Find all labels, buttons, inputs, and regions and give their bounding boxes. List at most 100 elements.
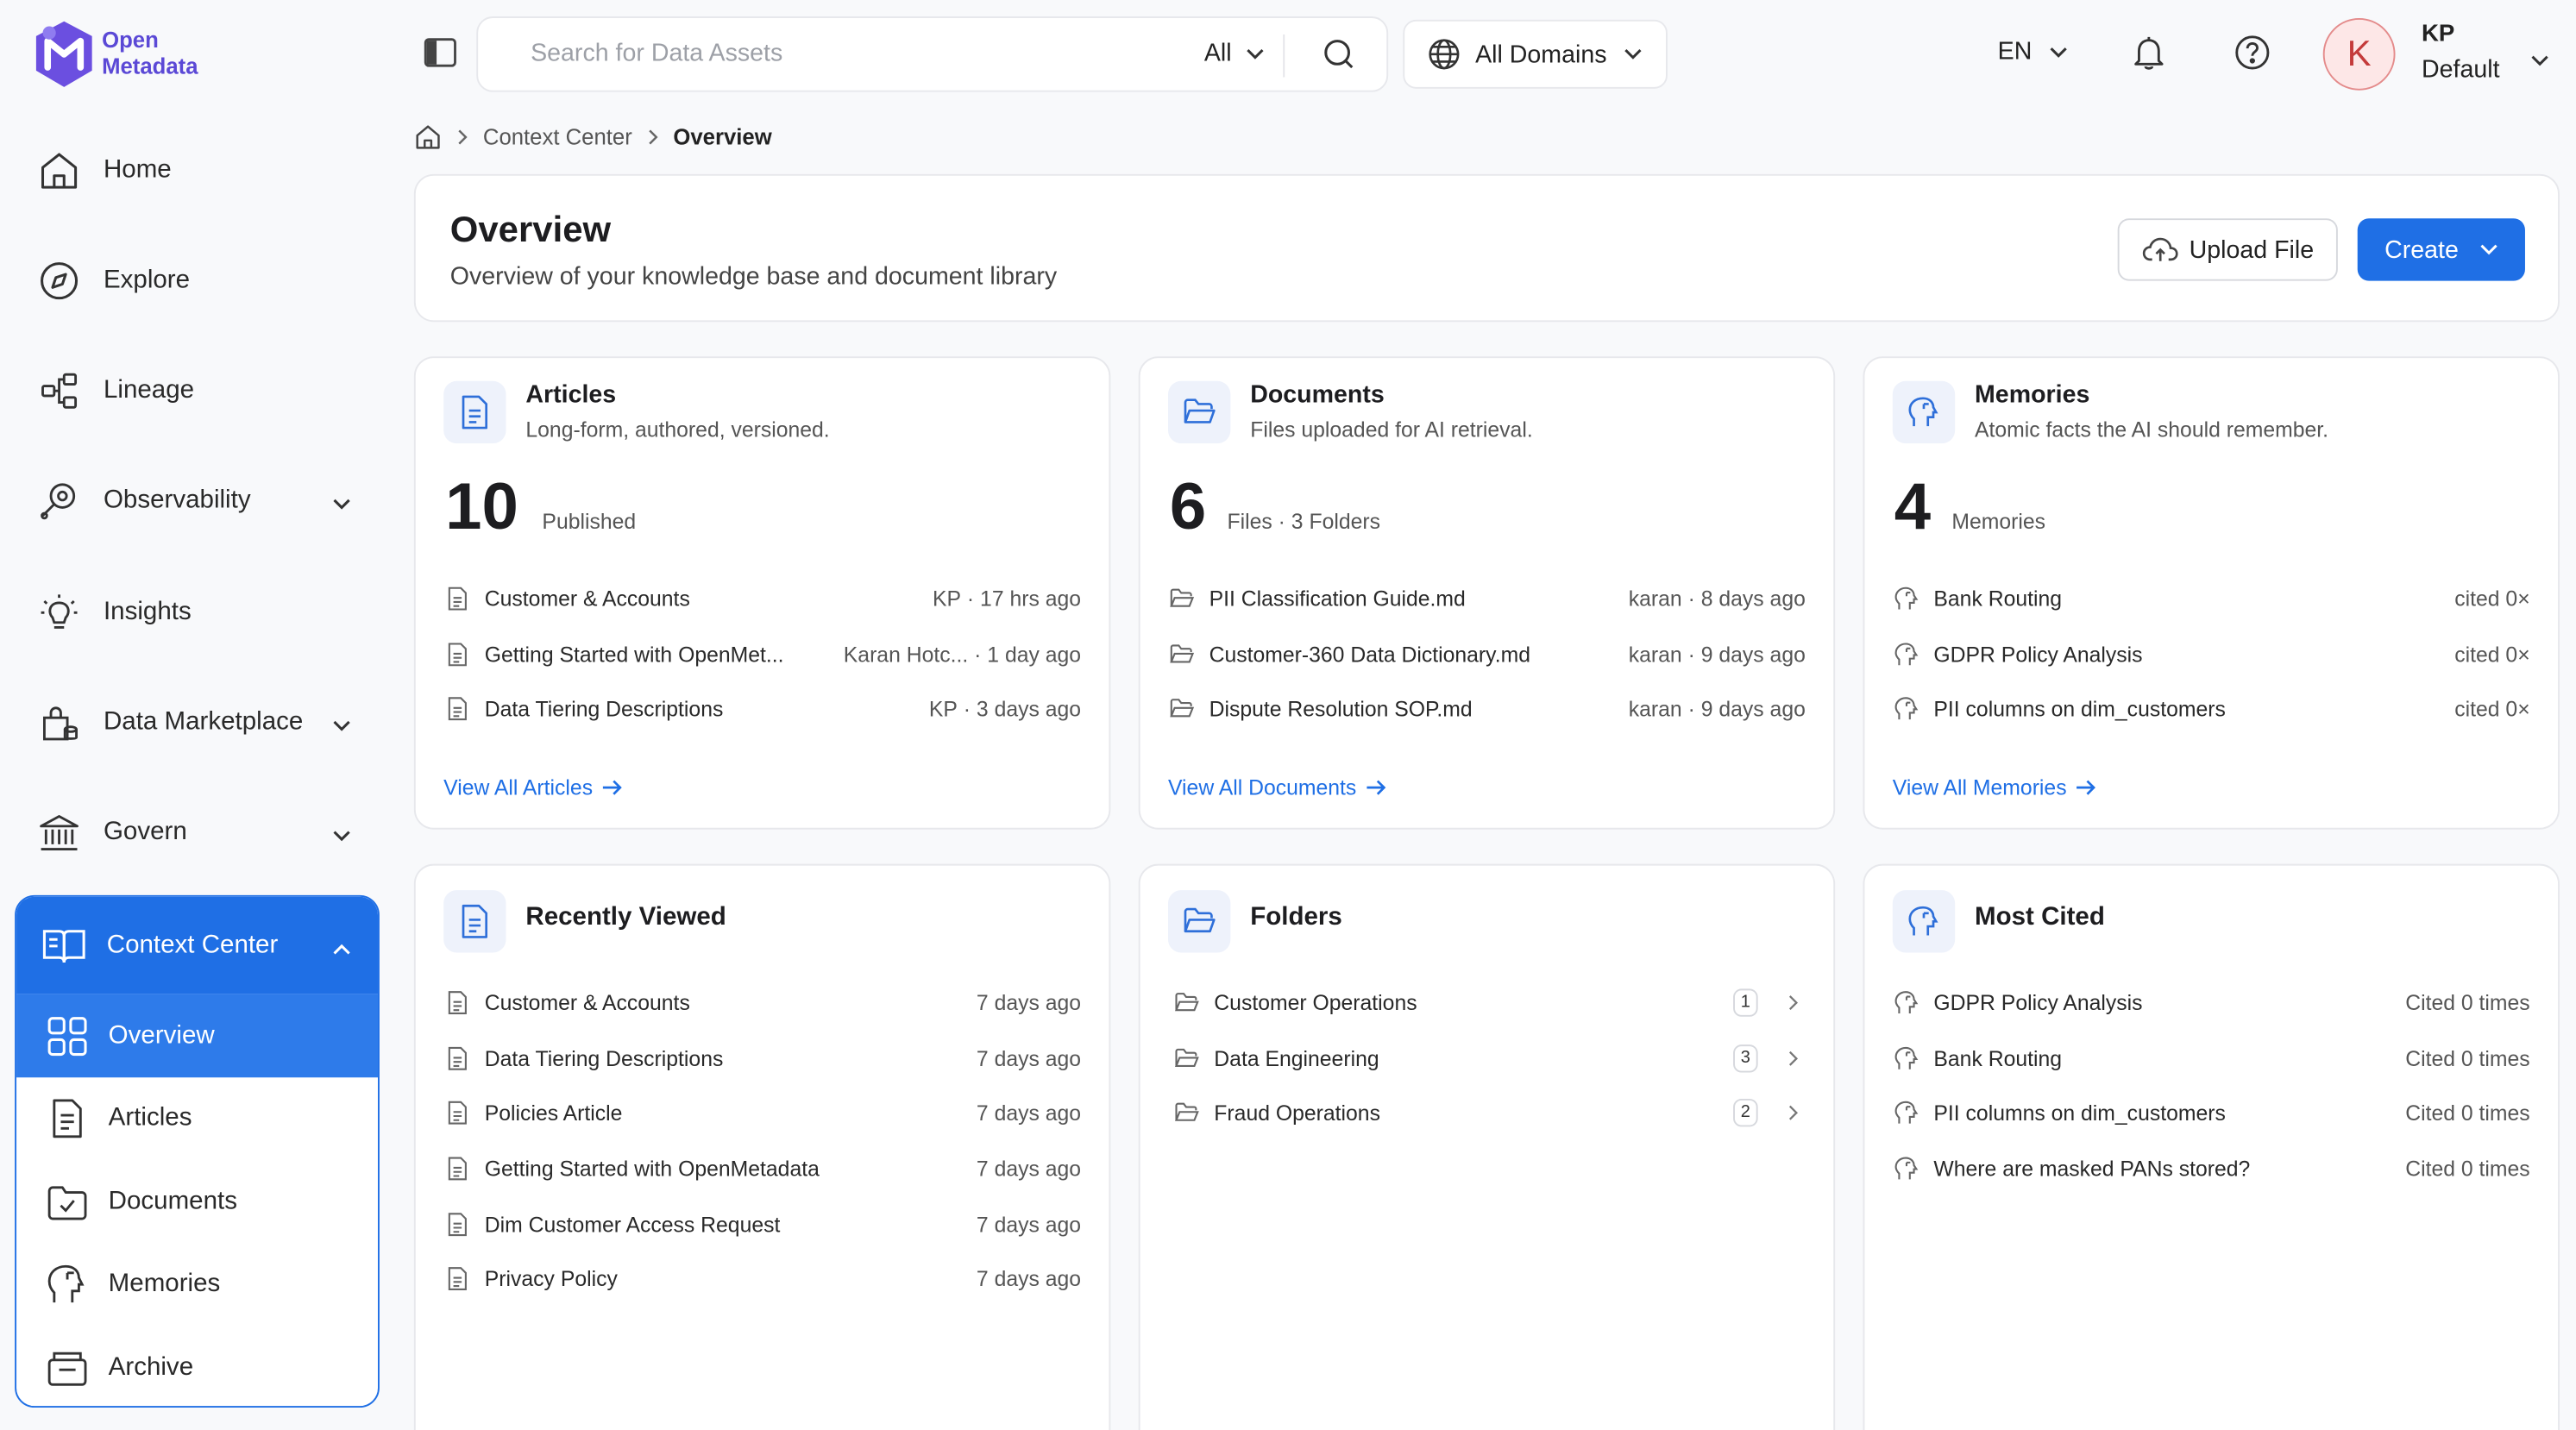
folder-row[interactable]: Data Engineering 3 bbox=[1173, 1039, 1806, 1076]
nav-label-observability: Observability bbox=[103, 486, 251, 515]
view-all-memories-link[interactable]: View All Memories bbox=[1893, 775, 2096, 800]
list-item[interactable]: Policies Article 7 days ago bbox=[443, 1094, 1081, 1130]
language-selector[interactable]: EN bbox=[1998, 38, 2069, 66]
search-input[interactable] bbox=[531, 39, 1172, 68]
list-item[interactable]: Bank Routing Cited 0 times bbox=[1893, 1039, 2530, 1076]
home-icon[interactable] bbox=[414, 123, 442, 151]
card-subtitle: Atomic facts the AI should remember. bbox=[1975, 417, 2329, 442]
item-name: PII columns on dim_customers bbox=[1933, 695, 2226, 721]
logo[interactable]: Open Metadata bbox=[33, 20, 198, 89]
nav-item-home[interactable]: Home bbox=[36, 143, 365, 199]
memory-icon bbox=[1893, 586, 1919, 611]
nav-item-data-marketplace[interactable]: Data Marketplace bbox=[36, 695, 365, 751]
search-icon[interactable] bbox=[1323, 38, 1355, 79]
chevron-right-icon bbox=[647, 129, 658, 147]
view-all-label: View All Memories bbox=[1892, 775, 2067, 800]
sidebar-item-documents[interactable]: Documents bbox=[16, 1160, 378, 1243]
view-all-documents-link[interactable]: View All Documents bbox=[1168, 775, 1386, 800]
nav-item-govern[interactable]: Govern bbox=[36, 805, 365, 861]
item-name: PII Classification Guide.md bbox=[1209, 585, 1466, 611]
upload-file-button[interactable]: Upload File bbox=[2117, 218, 2338, 281]
list-item[interactable]: Data Tiering Descriptions KP · 3 days ag… bbox=[443, 690, 1081, 726]
search-divider bbox=[1283, 34, 1285, 78]
memory-icon bbox=[1893, 642, 1919, 667]
chevron-down-icon[interactable] bbox=[2530, 46, 2550, 75]
folder-row[interactable]: Fraud Operations 2 bbox=[1173, 1094, 1806, 1130]
chevron-right-icon bbox=[1787, 993, 1799, 1011]
grid-icon bbox=[46, 1014, 89, 1057]
item-time: 9 days ago bbox=[1700, 695, 1806, 721]
documents-count-label: Files · 3 Folders bbox=[1227, 509, 1381, 534]
create-label: Create bbox=[2384, 235, 2459, 264]
list-item[interactable]: Dispute Resolution SOP.md karan · 9 days… bbox=[1168, 690, 1806, 726]
most-cited-card: Most Cited GDPR Policy Analysis Cited 0 … bbox=[1863, 863, 2560, 1430]
card-title: Recently Viewed bbox=[525, 903, 726, 931]
sidebar-toggle-icon[interactable] bbox=[424, 38, 456, 76]
folder-icon bbox=[1168, 643, 1194, 665]
article-icon bbox=[443, 989, 469, 1014]
nav-label-explore: Explore bbox=[103, 266, 191, 294]
search-scope-dropdown[interactable]: All bbox=[1204, 40, 1265, 67]
bank-icon bbox=[36, 810, 82, 856]
avatar[interactable]: K bbox=[2322, 17, 2396, 91]
card-title: Memories bbox=[1975, 380, 2090, 410]
list-item[interactable]: Privacy Policy 7 days ago bbox=[443, 1260, 1081, 1296]
list-item[interactable]: Customer & Accounts KP · 17 hrs ago bbox=[443, 580, 1081, 616]
list-item[interactable]: Getting Started with OpenMet... Karan Ho… bbox=[443, 636, 1081, 672]
bell-icon[interactable] bbox=[2131, 34, 2167, 78]
create-button[interactable]: Create bbox=[2357, 218, 2525, 281]
page-header: Overview Overview of your knowledge base… bbox=[413, 173, 2560, 323]
item-author: karan bbox=[1628, 641, 1682, 667]
list-item[interactable]: Customer & Accounts 7 days ago bbox=[443, 984, 1081, 1020]
memory-icon bbox=[1893, 989, 1919, 1014]
folder-icon bbox=[1168, 697, 1194, 718]
item-time: 7 days ago bbox=[976, 1045, 1082, 1070]
folder-icon bbox=[1173, 1101, 1199, 1123]
marketplace-icon bbox=[36, 699, 82, 745]
sidebar-item-memories[interactable]: Memories bbox=[16, 1244, 378, 1327]
nav-item-insights[interactable]: Insights bbox=[36, 585, 365, 641]
globe-icon bbox=[1428, 38, 1461, 71]
memory-icon bbox=[1893, 1156, 1919, 1181]
chevron-down-icon bbox=[1624, 47, 1643, 60]
memory-icon bbox=[1892, 380, 1956, 444]
sidebar-item-articles[interactable]: Articles bbox=[16, 1077, 378, 1160]
list-item[interactable]: Customer-360 Data Dictionary.md karan · … bbox=[1168, 636, 1806, 672]
item-author: Karan Hotc... bbox=[843, 641, 969, 667]
list-item[interactable]: PII columns on dim_customers cited 0× bbox=[1893, 690, 2530, 726]
card-subtitle: Files uploaded for AI retrieval. bbox=[1250, 417, 1533, 442]
list-item[interactable]: Bank Routing cited 0× bbox=[1893, 580, 2530, 616]
folder-name: Customer Operations bbox=[1214, 989, 1417, 1014]
chevron-down-icon bbox=[1245, 47, 1265, 60]
nav-item-context-center[interactable]: Context Center bbox=[16, 896, 378, 994]
item-name: Policies Article bbox=[484, 1099, 623, 1125]
list-item[interactable]: PII columns on dim_customers Cited 0 tim… bbox=[1893, 1094, 2530, 1130]
help-icon[interactable] bbox=[2234, 34, 2271, 78]
recently-viewed-card: Recently Viewed Customer & Accounts 7 da… bbox=[413, 863, 1111, 1430]
nav-item-lineage[interactable]: Lineage bbox=[36, 363, 365, 419]
breadcrumb-context-center[interactable]: Context Center bbox=[483, 125, 632, 150]
list-item[interactable]: Getting Started with OpenMetadata 7 days… bbox=[443, 1150, 1081, 1186]
sidebar: Open Metadata Home Explore Lineage Obser… bbox=[0, 0, 394, 1430]
sidebar-item-label: Archive bbox=[108, 1352, 194, 1382]
item-name: Getting Started with OpenMet... bbox=[484, 641, 784, 667]
memories-card: Memories Atomic facts the AI should reme… bbox=[1863, 356, 2560, 830]
articles-count-label: Published bbox=[542, 509, 637, 534]
item-author: KP bbox=[933, 585, 962, 611]
list-item[interactable]: Dim Customer Access Request 7 days ago bbox=[443, 1206, 1081, 1242]
folder-row[interactable]: Customer Operations 1 bbox=[1173, 984, 1806, 1020]
sidebar-item-archive[interactable]: Archive bbox=[16, 1327, 378, 1406]
list-item[interactable]: GDPR Policy Analysis cited 0× bbox=[1893, 636, 2530, 672]
nav-item-explore[interactable]: Explore bbox=[36, 253, 365, 309]
list-item[interactable]: Where are masked PANs stored? Cited 0 ti… bbox=[1893, 1150, 2530, 1186]
folder-count-badge: 3 bbox=[1733, 1044, 1758, 1072]
article-icon bbox=[443, 1045, 469, 1070]
sidebar-item-overview[interactable]: Overview bbox=[16, 994, 378, 1078]
domain-selector[interactable]: All Domains bbox=[1403, 19, 1668, 89]
list-item[interactable]: PII Classification Guide.md karan · 8 da… bbox=[1168, 580, 1806, 616]
nav-item-observability[interactable]: Observability bbox=[36, 473, 365, 529]
list-item[interactable]: Data Tiering Descriptions 7 days ago bbox=[443, 1039, 1081, 1076]
cloud-upload-icon bbox=[2141, 236, 2177, 262]
list-item[interactable]: GDPR Policy Analysis Cited 0 times bbox=[1893, 984, 2530, 1020]
view-all-articles-link[interactable]: View All Articles bbox=[443, 775, 622, 800]
